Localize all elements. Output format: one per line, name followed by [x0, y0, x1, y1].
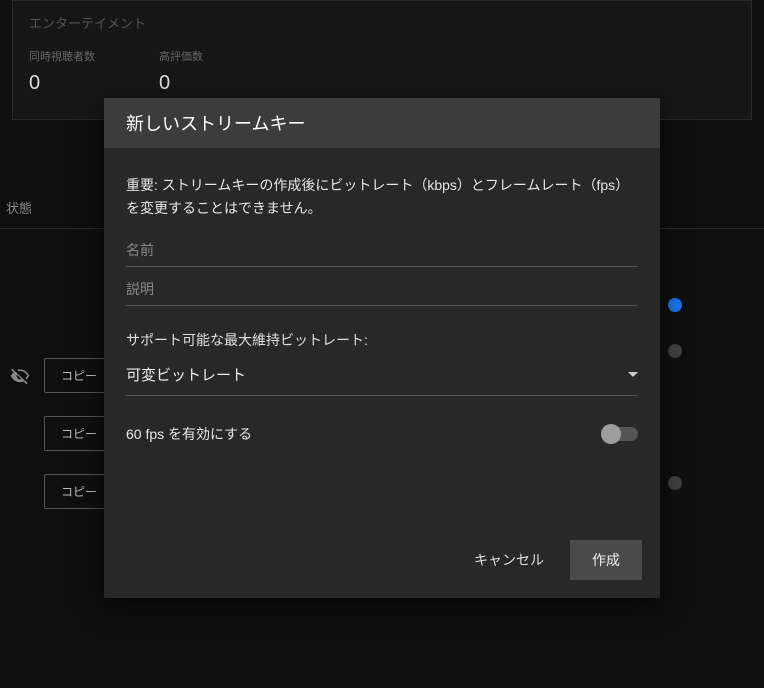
stream-key-row: コピー: [10, 416, 114, 451]
radio-selected-icon[interactable]: [668, 298, 682, 312]
visibility-off-icon[interactable]: [10, 366, 30, 386]
fps-toggle-label: 60 fps を有効にする: [126, 424, 252, 444]
description-input[interactable]: [126, 273, 638, 306]
stat-label: 高評価数: [159, 48, 203, 64]
radio-unselected-icon[interactable]: [668, 476, 682, 490]
chevron-down-icon: [628, 372, 638, 377]
stat-likes: 高評価数 0: [159, 48, 203, 95]
stream-key-row: コピー: [10, 358, 114, 393]
status-heading: 状態: [6, 198, 32, 217]
modal-title: 新しいストリームキー: [104, 98, 660, 148]
name-field: [126, 234, 638, 267]
toggle-knob-icon: [601, 424, 621, 444]
stat-value: 0: [159, 72, 203, 95]
name-input[interactable]: [126, 234, 638, 267]
bitrate-select[interactable]: 可変ビットレート: [126, 354, 638, 396]
stat-viewers: 同時視聴者数 0: [29, 48, 95, 95]
category-label: エンターテイメント: [29, 13, 735, 32]
modal-footer: キャンセル 作成: [104, 528, 660, 598]
cancel-button[interactable]: キャンセル: [456, 540, 562, 580]
radio-unselected-icon[interactable]: [668, 344, 682, 358]
description-field: [126, 273, 638, 306]
fps-toggle-row: 60 fps を有効にする: [126, 424, 638, 444]
new-stream-key-modal: 新しいストリームキー 重要: ストリームキーの作成後にビットレート（kbps）と…: [104, 98, 660, 598]
bitrate-value: 可変ビットレート: [126, 364, 246, 385]
stat-label: 同時視聴者数: [29, 48, 95, 64]
fps-toggle[interactable]: [604, 427, 638, 441]
bitrate-label: サポート可能な最大維持ビットレート:: [126, 330, 638, 350]
modal-warning-text: 重要: ストリームキーの作成後にビットレート（kbps）とフレームレート（fps…: [126, 174, 638, 220]
create-button[interactable]: 作成: [570, 540, 642, 580]
stat-value: 0: [29, 72, 95, 95]
stream-key-row: コピー: [10, 474, 114, 509]
modal-body: 重要: ストリームキーの作成後にビットレート（kbps）とフレームレート（fps…: [104, 148, 660, 528]
stats-row: 同時視聴者数 0 高評価数 0: [29, 48, 735, 95]
